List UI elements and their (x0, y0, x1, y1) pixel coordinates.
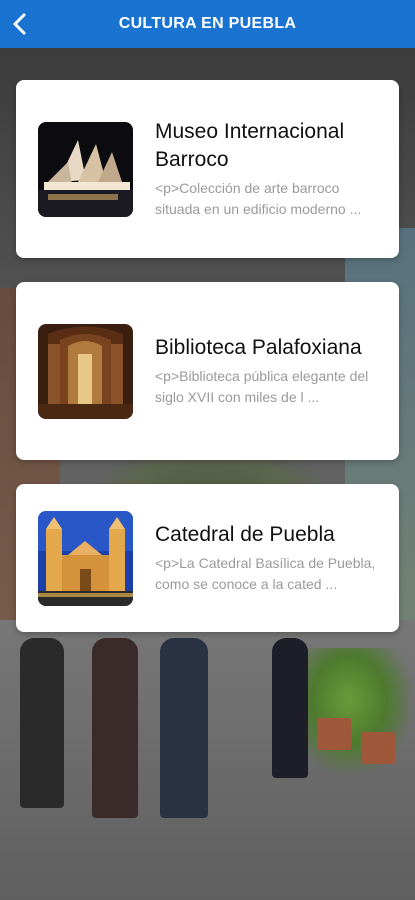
card-title: Catedral de Puebla (155, 523, 335, 546)
card-title: Museo Internacional Barroco (155, 120, 345, 171)
card-description: <p>Colección de arte barroco situada en … (155, 180, 362, 217)
places-list: Museo Internacional Barroco <p>Colección… (16, 80, 399, 656)
place-card-catedral[interactable]: Catedral de Puebla <p>La Catedral Basíli… (16, 484, 399, 632)
museo-barroco-image (38, 121, 133, 217)
chevron-left-icon (13, 13, 26, 35)
card-description: <p>La Catedral Basílica de Puebla, como … (155, 555, 376, 592)
card-title: Biblioteca Palafoxiana (155, 336, 362, 359)
person-silhouette (20, 638, 64, 808)
person-silhouette (272, 638, 308, 778)
back-button[interactable] (6, 8, 34, 40)
page-title: CULTURA EN PUEBLA (118, 15, 297, 32)
catedral-image (38, 510, 133, 606)
person-silhouette (160, 638, 208, 818)
place-card-biblioteca[interactable]: Biblioteca Palafoxiana <p>Biblioteca púb… (16, 282, 399, 460)
card-description: <p>Biblioteca pública elegante del siglo… (155, 368, 369, 405)
place-card-museo-barroco[interactable]: Museo Internacional Barroco <p>Colección… (16, 80, 399, 258)
app-header: CULTURA EN PUEBLA (0, 0, 415, 48)
flower-pots (317, 708, 407, 768)
person-silhouette (92, 638, 138, 818)
biblioteca-image (38, 323, 133, 419)
